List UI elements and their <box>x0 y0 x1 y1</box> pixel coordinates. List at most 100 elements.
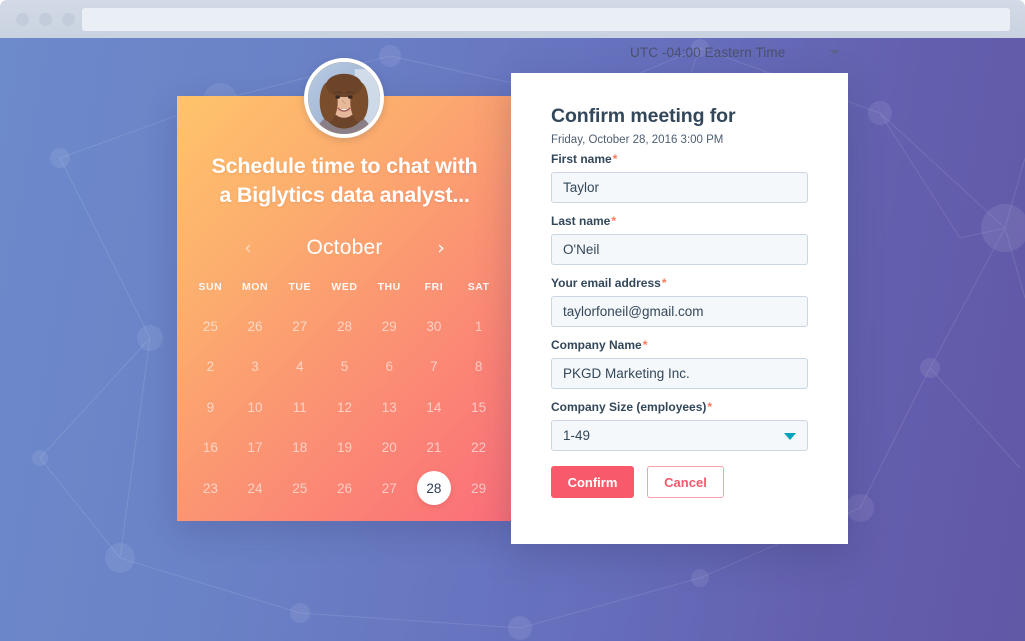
calendar-day-label: 9 <box>206 399 215 415</box>
calendar-day[interactable]: 15 <box>456 387 501 428</box>
calendar-day[interactable]: 2 <box>188 347 233 388</box>
field-label: First name* <box>551 152 808 166</box>
calendar-day[interactable]: 28 <box>322 306 367 347</box>
calendar-day[interactable]: 25 <box>277 468 322 509</box>
confirm-button[interactable]: Confirm <box>551 466 634 498</box>
calendar-day[interactable]: 27 <box>277 306 322 347</box>
calendar-day[interactable]: 29 <box>367 306 412 347</box>
calendar-day[interactable]: 30 <box>412 306 457 347</box>
select-wrapper <box>551 420 808 451</box>
calendar-day[interactable]: 23 <box>188 468 233 509</box>
calendar-day[interactable]: 19 <box>322 428 367 469</box>
calendar-day-label: 29 <box>381 318 397 334</box>
maximize-dot[interactable] <box>62 12 75 26</box>
weekday-label: SAT <box>467 281 490 294</box>
window-controls <box>16 12 75 26</box>
calendar-day[interactable]: 26 <box>322 468 367 509</box>
weekday-header-row: SUN MON TUE WED THU FRI SAT <box>177 281 512 293</box>
input-your-email-address[interactable] <box>551 296 808 327</box>
calendar-day-label: 28 <box>416 471 451 506</box>
next-month-icon[interactable]: › <box>428 238 454 258</box>
calendar-day[interactable]: 27 <box>367 468 412 509</box>
calendar-day-label: 15 <box>471 399 487 415</box>
timezone-selector[interactable]: UTC -04:00 Eastern Time <box>600 38 862 66</box>
required-marker: * <box>661 276 667 290</box>
field-label-text: Company Name <box>551 338 642 352</box>
calendar-day[interactable]: 22 <box>456 428 501 469</box>
calendar-day[interactable]: 24 <box>233 468 278 509</box>
month-navigation: ‹ October › <box>177 236 512 260</box>
browser-chrome <box>0 0 1025 38</box>
calendar-day[interactable]: 17 <box>233 428 278 469</box>
input-company-name[interactable] <box>551 358 808 389</box>
prev-month-icon[interactable]: ‹ <box>235 238 261 258</box>
panel-subtitle: Friday, October 28, 2016 3:00 PM <box>551 134 724 146</box>
confirm-meeting-panel: Confirm meeting for Friday, October 28, … <box>511 73 848 544</box>
field-company-size-employees: Company Size (employees)* <box>551 400 808 451</box>
calendar-day[interactable]: 4 <box>277 347 322 388</box>
address-bar[interactable] <box>82 8 1010 31</box>
input-first-name[interactable] <box>551 172 808 203</box>
calendar-day[interactable]: 16 <box>188 428 233 469</box>
calendar-day-label: 20 <box>381 440 397 456</box>
calendar-day-label: 30 <box>426 318 442 334</box>
weekday-label: WED <box>331 281 358 294</box>
calendar-day[interactable]: 6 <box>367 347 412 388</box>
calendar-day-label: 21 <box>426 440 442 456</box>
weekday-label: TUE <box>288 281 312 294</box>
calendar-day[interactable]: 8 <box>456 347 501 388</box>
avatar <box>304 58 384 138</box>
calendar-day[interactable]: 20 <box>367 428 412 469</box>
calendar-day-label: 29 <box>471 480 487 496</box>
calendar-day-label: 4 <box>296 359 304 375</box>
field-company-name: Company Name* <box>551 338 808 389</box>
calendar-day-label: 5 <box>340 359 349 375</box>
calendar-day-label: 14 <box>426 399 442 415</box>
field-label-text: Company Size (employees) <box>551 400 707 414</box>
calendar-day[interactable]: 25 <box>188 306 233 347</box>
calendar-day-label: 10 <box>247 399 263 415</box>
calendar-day[interactable]: 13 <box>367 387 412 428</box>
input-last-name[interactable] <box>551 234 808 265</box>
minimize-dot[interactable] <box>39 12 52 26</box>
field-label: Company Size (employees)* <box>551 400 808 414</box>
calendar-day-label: 12 <box>336 399 352 415</box>
calendar-day-label: 24 <box>247 480 263 496</box>
required-marker: * <box>612 152 618 166</box>
calendar-day-grid: 25 26 27 28 29 30 1 2 3 4 5 6 7 8 9 10 11 12 13 14 15 16 17 18 1… <box>177 306 512 509</box>
weekday-label: MON <box>241 281 269 294</box>
chevron-down-icon <box>830 49 840 55</box>
field-label: Your email address* <box>551 276 808 290</box>
calendar-day-label: 2 <box>206 359 215 375</box>
calendar-day-label: 7 <box>430 359 438 375</box>
calendar-day[interactable]: 26 <box>233 306 278 347</box>
calendar-day[interactable]: 12 <box>322 387 367 428</box>
calendar-day[interactable]: 14 <box>412 387 457 428</box>
calendar-day[interactable]: 5 <box>322 347 367 388</box>
calendar-day[interactable]: 21 <box>412 428 457 469</box>
calendar-day[interactable]: 29 <box>456 468 501 509</box>
select-company-size-employees[interactable] <box>551 420 808 451</box>
calendar-headline: Schedule time to chat with a Biglytics d… <box>177 152 512 209</box>
field-label: Last name* <box>551 214 808 228</box>
calendar-day[interactable]: 7 <box>412 347 457 388</box>
calendar-day[interactable]: 18 <box>277 428 322 469</box>
avatar-photo-icon <box>308 62 380 134</box>
close-dot[interactable] <box>16 12 29 26</box>
field-label: Company Name* <box>551 338 808 352</box>
calendar-day[interactable]: 9 <box>188 387 233 428</box>
cancel-button[interactable]: Cancel <box>647 466 724 498</box>
panel-title: Confirm meeting for <box>551 105 736 127</box>
calendar-day[interactable]: 10 <box>233 387 278 428</box>
weekday-label: SUN <box>198 281 223 294</box>
headline-line-2: a Biglytics data analyst... <box>219 182 470 207</box>
calendar-day[interactable]: 11 <box>277 387 322 428</box>
calendar-day-label: 18 <box>292 440 308 456</box>
calendar-day[interactable]: 3 <box>233 347 278 388</box>
calendar-day-selected[interactable]: 28 <box>412 468 457 509</box>
field-first-name: First name* <box>551 152 808 203</box>
required-marker: * <box>707 400 713 414</box>
calendar-day-label: 16 <box>202 440 218 456</box>
calendar-day[interactable]: 1 <box>456 306 501 347</box>
required-marker: * <box>642 338 648 352</box>
